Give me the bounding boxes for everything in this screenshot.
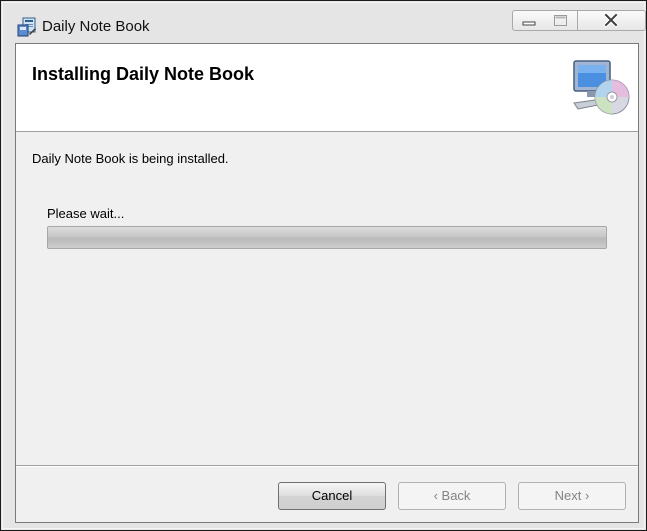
chevron-right-icon: ›	[585, 488, 590, 503]
back-button-label: Back	[441, 488, 471, 503]
install-progress-bar	[47, 226, 607, 249]
page-title: Installing Daily Note Book	[32, 64, 255, 84]
please-wait-label: Please wait...	[47, 206, 125, 221]
title-bar[interactable]: Daily Note Book	[1, 1, 646, 43]
minimize-button[interactable]	[512, 10, 545, 31]
close-icon	[603, 12, 619, 28]
maximize-button[interactable]	[544, 10, 578, 31]
computer-cd-icon	[572, 59, 632, 117]
installer-icon	[16, 16, 38, 38]
window-title: Daily Note Book	[42, 18, 150, 35]
install-status-text: Daily Note Book is being installed.	[32, 151, 229, 166]
chevron-left-icon: ‹	[433, 488, 438, 503]
next-button-label: Next	[554, 488, 582, 503]
back-button[interactable]: ‹ Back	[398, 482, 506, 510]
maximize-icon	[554, 15, 567, 26]
dialog-client-area: Installing Daily Note Book Daily Note Bo…	[15, 43, 639, 523]
progress-bar-fill	[48, 227, 606, 248]
next-button[interactable]: Next ›	[518, 482, 626, 510]
installer-window: Daily Note Book Installing Daily Note Bo…	[0, 0, 647, 531]
cancel-button[interactable]: Cancel	[278, 482, 386, 510]
close-button[interactable]	[578, 10, 646, 31]
footer-separator	[16, 465, 638, 467]
minimize-icon	[522, 21, 536, 26]
header-banner: Installing Daily Note Book	[16, 44, 638, 132]
